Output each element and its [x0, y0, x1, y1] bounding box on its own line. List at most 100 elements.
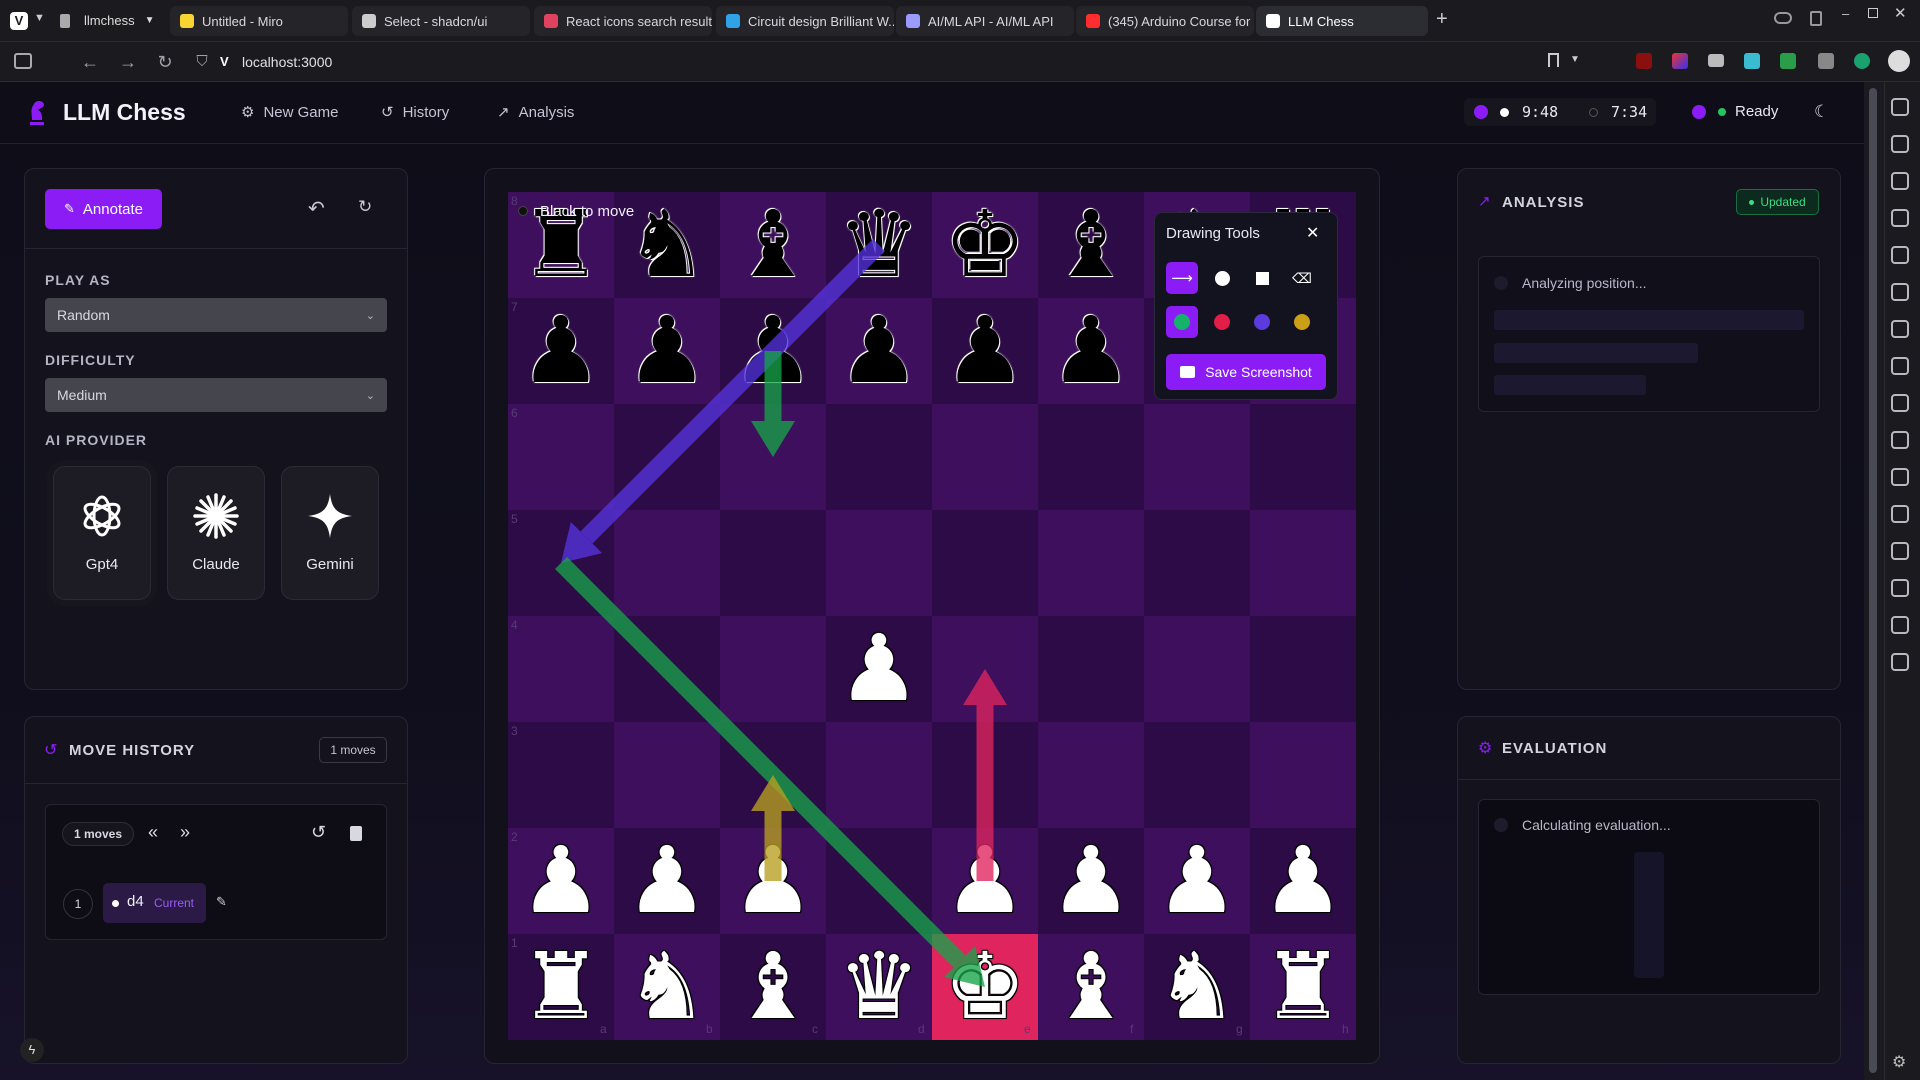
calendar-icon[interactable]: [1891, 394, 1909, 412]
contacts-icon[interactable]: [1891, 505, 1909, 523]
last-move-icon[interactable]: »: [180, 822, 190, 843]
square-c6[interactable]: [720, 404, 826, 510]
black-king-e8[interactable]: ♚: [932, 192, 1038, 298]
circle-tool[interactable]: [1206, 262, 1238, 294]
new-tab-button[interactable]: +: [1436, 8, 1448, 31]
panel-toggle-icon[interactable]: [14, 53, 32, 69]
color-green[interactable]: [1166, 306, 1198, 338]
difficulty-select[interactable]: Medium ⌄: [45, 378, 387, 412]
provider-claude[interactable]: Claude: [167, 466, 265, 600]
cloud-sync-icon[interactable]: [1774, 12, 1792, 24]
forward-button[interactable]: →: [118, 52, 138, 72]
square-d5[interactable]: [826, 510, 932, 616]
feeds-icon[interactable]: [1891, 357, 1909, 375]
back-button[interactable]: ←: [80, 52, 100, 72]
color-yellow[interactable]: [1286, 306, 1318, 338]
clipboard-icon[interactable]: [350, 826, 362, 841]
square-tool[interactable]: [1246, 262, 1278, 294]
downloads-icon[interactable]: [1891, 172, 1909, 190]
restore-button[interactable]: [1868, 8, 1878, 18]
white-pawn-e2[interactable]: ♟: [932, 828, 1038, 934]
square-g6[interactable]: [1144, 404, 1250, 510]
browser-tab[interactable]: Untitled - Miro: [170, 6, 348, 36]
theme-toggle-icon[interactable]: ☾: [1814, 102, 1829, 122]
extension-icon[interactable]: [1818, 53, 1834, 69]
browser-tab[interactable]: AI/ML API - AI/ML API: [896, 6, 1074, 36]
reading-list-icon[interactable]: [1891, 135, 1909, 153]
square-f6[interactable]: [1038, 404, 1144, 510]
square-b6[interactable]: [614, 404, 720, 510]
white-pawn-b2[interactable]: ♟: [614, 828, 720, 934]
undo-move-icon[interactable]: ↺: [311, 822, 326, 843]
mail-icon[interactable]: [1891, 320, 1909, 338]
white-king-e1[interactable]: ♚: [932, 934, 1038, 1040]
square-b5[interactable]: [614, 510, 720, 616]
arrow-tool[interactable]: ⟶: [1166, 262, 1198, 294]
square-f3[interactable]: [1038, 722, 1144, 828]
black-pawn-e7[interactable]: ♟: [932, 298, 1038, 404]
account-avatar[interactable]: [1888, 50, 1910, 72]
translate-panel-icon[interactable]: [1891, 283, 1909, 301]
color-red[interactable]: [1206, 306, 1238, 338]
square-g4[interactable]: [1144, 616, 1250, 722]
black-pawn-d7[interactable]: ♟: [826, 298, 932, 404]
square-f4[interactable]: [1038, 616, 1144, 722]
reset-icon[interactable]: ↻: [358, 197, 372, 217]
square-e5[interactable]: [932, 510, 1038, 616]
white-pawn-a2[interactable]: ♟: [508, 828, 614, 934]
browser-tab[interactable]: LLM Chess: [1256, 6, 1428, 36]
black-pawn-c7[interactable]: ♟: [720, 298, 826, 404]
bookmark-icon[interactable]: [1548, 53, 1559, 67]
square-b4[interactable]: [614, 616, 720, 722]
square-e6[interactable]: [932, 404, 1038, 510]
history-panel-icon[interactable]: [1891, 209, 1909, 227]
square-a5[interactable]: [508, 510, 614, 616]
white-rook-h1[interactable]: ♜: [1250, 934, 1356, 1040]
white-queen-d1[interactable]: ♛: [826, 934, 932, 1040]
black-pawn-f7[interactable]: ♟: [1038, 298, 1144, 404]
square-g5[interactable]: [1144, 510, 1250, 616]
vivaldi-social-icon[interactable]: [1891, 579, 1909, 597]
wikipedia-icon[interactable]: [1891, 616, 1909, 634]
browser-tab[interactable]: Circuit design Brilliant W...: [716, 6, 894, 36]
square-e3[interactable]: [932, 722, 1038, 828]
black-bishop-c8[interactable]: ♝: [720, 192, 826, 298]
camera-icon[interactable]: [1708, 54, 1724, 67]
square-e4[interactable]: [932, 616, 1038, 722]
white-rook-a1[interactable]: ♜: [508, 934, 614, 1040]
extension-icon[interactable]: [1744, 53, 1760, 69]
square-h6[interactable]: [1250, 404, 1356, 510]
chevron-down-icon[interactable]: ▼: [1570, 54, 1580, 65]
square-a6[interactable]: [508, 404, 614, 510]
app-title[interactable]: LLM Chess: [63, 99, 186, 126]
browser-tab[interactable]: React icons search results: [534, 6, 712, 36]
notes-icon[interactable]: [1891, 246, 1909, 264]
undo-icon[interactable]: ↶: [308, 196, 325, 221]
minimize-button[interactable]: –: [1842, 6, 1849, 21]
reader-icon[interactable]: [1891, 468, 1909, 486]
square-h5[interactable]: [1250, 510, 1356, 616]
profile-menu[interactable]: llmchess ▼: [60, 13, 154, 28]
provider-gpt4[interactable]: Gpt4: [53, 466, 151, 600]
white-pawn-d4[interactable]: ♟: [826, 616, 932, 722]
square-d6[interactable]: [826, 404, 932, 510]
page-scrollbar[interactable]: [1864, 82, 1884, 1080]
first-move-icon[interactable]: «: [148, 822, 158, 843]
black-pawn-b7[interactable]: ♟: [614, 298, 720, 404]
square-g3[interactable]: [1144, 722, 1250, 828]
logo-icon[interactable]: [26, 98, 48, 126]
trash-icon[interactable]: [1810, 11, 1822, 26]
scrollbar-thumb[interactable]: [1869, 88, 1877, 1073]
white-bishop-f1[interactable]: ♝: [1038, 934, 1144, 1040]
square-a3[interactable]: [508, 722, 614, 828]
edit-icon[interactable]: ✎: [216, 894, 227, 910]
white-pawn-h2[interactable]: ♟: [1250, 828, 1356, 934]
browser-tab[interactable]: (345) Arduino Course for ...: [1076, 6, 1254, 36]
bolt-icon[interactable]: ϟ: [20, 1038, 44, 1062]
provider-gemini[interactable]: Gemini: [281, 466, 379, 600]
extension-icon[interactable]: [1672, 53, 1688, 69]
white-bishop-c1[interactable]: ♝: [720, 934, 826, 1040]
shield-icon[interactable]: ⛉: [192, 52, 212, 72]
save-screenshot-button[interactable]: Save Screenshot: [1166, 354, 1326, 390]
black-queen-d8[interactable]: ♛: [826, 192, 932, 298]
